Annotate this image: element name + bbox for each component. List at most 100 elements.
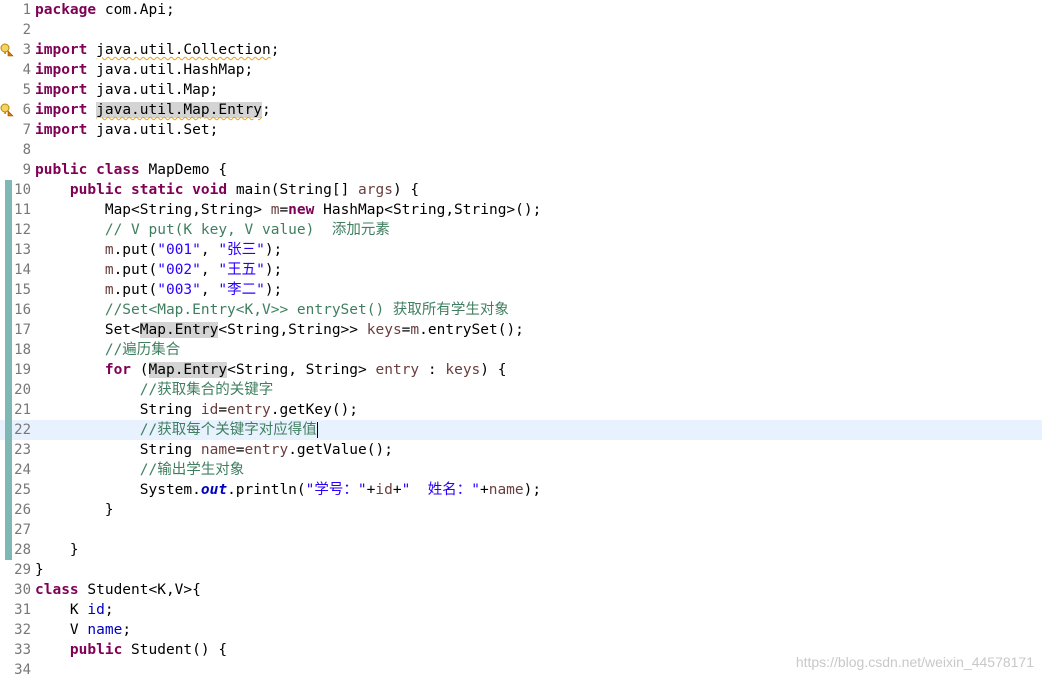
code-text: } bbox=[35, 500, 114, 520]
change-ruler-marker bbox=[5, 400, 12, 420]
watermark-text: https://blog.csdn.net/weixin_44578171 bbox=[795, 654, 1034, 670]
code-line[interactable]: 27 bbox=[0, 520, 1042, 540]
code-token: java.util.Set; bbox=[87, 122, 219, 138]
code-line[interactable]: 23 String name=entry.getValue(); bbox=[0, 440, 1042, 460]
change-ruler-marker bbox=[5, 380, 12, 400]
line-number: 7 bbox=[22, 122, 31, 138]
code-token: // V put(K key, V value) 添加元素 bbox=[104, 222, 390, 238]
code-line[interactable]: 6 import java.util.Map.Entry; bbox=[0, 100, 1042, 120]
code-token: java.util.Map; bbox=[87, 82, 219, 98]
code-token: .getValue(); bbox=[288, 442, 393, 458]
code-text: //输出学生对象 bbox=[35, 460, 244, 480]
code-token: keys bbox=[366, 322, 402, 338]
code-token: id bbox=[200, 402, 219, 418]
code-token: Set< bbox=[35, 322, 140, 338]
code-line[interactable]: 15 m.put("003", "李二"); bbox=[0, 280, 1042, 300]
line-number: 30 bbox=[14, 582, 31, 598]
code-text: String id=entry.getKey(); bbox=[35, 400, 358, 420]
code-line[interactable]: 28 } bbox=[0, 540, 1042, 560]
change-ruler-marker bbox=[5, 420, 12, 440]
code-token: } bbox=[35, 562, 44, 578]
code-line[interactable]: 8 bbox=[0, 140, 1042, 160]
code-line[interactable]: 25 System.out.println("学号："+id+" 姓名："+na… bbox=[0, 480, 1042, 500]
line-number: 26 bbox=[14, 502, 31, 518]
code-token: .put( bbox=[113, 242, 158, 258]
code-token: ) { bbox=[480, 362, 507, 378]
code-line[interactable]: 12 // V put(K key, V value) 添加元素 bbox=[0, 220, 1042, 240]
code-line[interactable]: 11 Map<String,String> m=new HashMap<Stri… bbox=[0, 200, 1042, 220]
code-token: ; bbox=[122, 622, 132, 638]
code-editor[interactable]: 1 package com.Api; 2 3 import java.util.Coll… bbox=[0, 0, 1042, 680]
code-text: System.out.println("学号："+id+" 姓名："+name)… bbox=[35, 480, 541, 500]
code-line[interactable]: 13 m.put("001", "张三"); bbox=[0, 240, 1042, 260]
code-token: m bbox=[104, 242, 114, 258]
code-token: "学号：" bbox=[305, 482, 367, 498]
code-line[interactable]: 30 class Student<K,V>{ bbox=[0, 580, 1042, 600]
code-line[interactable]: 26 } bbox=[0, 500, 1042, 520]
code-line[interactable]: 4 import java.util.HashMap; bbox=[0, 60, 1042, 80]
line-number: 24 bbox=[14, 462, 31, 478]
code-line[interactable]: 19 for (Map.Entry<String, String> entry … bbox=[0, 360, 1042, 380]
code-token: id bbox=[87, 602, 105, 618]
code-text: K id; bbox=[35, 600, 114, 620]
code-line[interactable]: 20 //获取集合的关键字 bbox=[0, 380, 1042, 400]
code-text: m.put("002", "王五"); bbox=[35, 260, 282, 280]
code-line[interactable]: 22 //获取每个关键字对应得值 bbox=[0, 420, 1042, 440]
warning-lightbulb-icon[interactable] bbox=[0, 42, 14, 57]
change-ruler-marker bbox=[5, 220, 12, 240]
code-token: ; bbox=[270, 42, 280, 58]
line-number: 34 bbox=[14, 662, 31, 678]
code-line[interactable]: 32 V name; bbox=[0, 620, 1042, 640]
code-token: new bbox=[288, 202, 315, 218]
code-token: <String, String> bbox=[227, 362, 376, 378]
line-number: 14 bbox=[14, 262, 31, 278]
code-token: .getKey(); bbox=[270, 402, 359, 418]
code-token: + bbox=[392, 482, 402, 498]
code-token: Student() { bbox=[122, 642, 228, 658]
code-line[interactable]: 18 //遍历集合 bbox=[0, 340, 1042, 360]
code-token: String bbox=[35, 402, 201, 418]
code-line[interactable]: 21 String id=entry.getKey(); bbox=[0, 400, 1042, 420]
code-line[interactable]: 2 bbox=[0, 20, 1042, 40]
code-text: import java.util.Collection; bbox=[35, 40, 279, 60]
code-text: //获取每个关键字对应得值 bbox=[35, 420, 318, 440]
code-text: public class MapDemo { bbox=[35, 160, 227, 180]
change-ruler-marker bbox=[5, 360, 12, 380]
line-number: 32 bbox=[14, 622, 31, 638]
code-text: Set<Map.Entry<String,String>> keys=m.ent… bbox=[35, 320, 524, 340]
code-text: import java.util.Map.Entry; bbox=[35, 100, 271, 120]
code-line[interactable]: 10 public static void main(String[] args… bbox=[0, 180, 1042, 200]
code-token: , bbox=[200, 262, 219, 278]
change-ruler-marker bbox=[5, 200, 12, 220]
code-token: + bbox=[479, 482, 489, 498]
change-ruler-marker bbox=[5, 280, 12, 300]
code-line[interactable]: 5 import java.util.Map; bbox=[0, 80, 1042, 100]
code-line[interactable]: 31 K id; bbox=[0, 600, 1042, 620]
code-token: = bbox=[279, 202, 289, 218]
code-line[interactable]: 24 //输出学生对象 bbox=[0, 460, 1042, 480]
change-ruler-marker bbox=[5, 300, 12, 320]
code-token: java.util.Map.Entry bbox=[96, 102, 262, 118]
code-text: Map<String,String> m=new HashMap<String,… bbox=[35, 200, 542, 220]
code-line[interactable]: 29} bbox=[0, 560, 1042, 580]
code-line[interactable]: 7 import java.util.Set; bbox=[0, 120, 1042, 140]
code-token: java.util.Collection bbox=[96, 42, 271, 58]
code-token: "003" bbox=[157, 282, 201, 298]
code-token: "王五" bbox=[218, 262, 265, 278]
code-line[interactable]: 14 m.put("002", "王五"); bbox=[0, 260, 1042, 280]
code-line[interactable]: 17 Set<Map.Entry<String,String>> keys=m.… bbox=[0, 320, 1042, 340]
code-line[interactable]: 1 package com.Api; bbox=[0, 0, 1042, 20]
code-text: //获取集合的关键字 bbox=[35, 380, 273, 400]
line-number: 33 bbox=[14, 642, 31, 658]
warning-lightbulb-icon[interactable] bbox=[0, 102, 14, 117]
code-line[interactable]: 9 public class MapDemo { bbox=[0, 160, 1042, 180]
code-line[interactable]: 3 import java.util.Collection; bbox=[0, 40, 1042, 60]
line-number: 4 bbox=[22, 62, 31, 78]
code-line[interactable]: 16 //Set<Map.Entry<K,V>> entrySet() 获取所有… bbox=[0, 300, 1042, 320]
code-token: id bbox=[375, 482, 393, 498]
code-token: name bbox=[200, 442, 236, 458]
